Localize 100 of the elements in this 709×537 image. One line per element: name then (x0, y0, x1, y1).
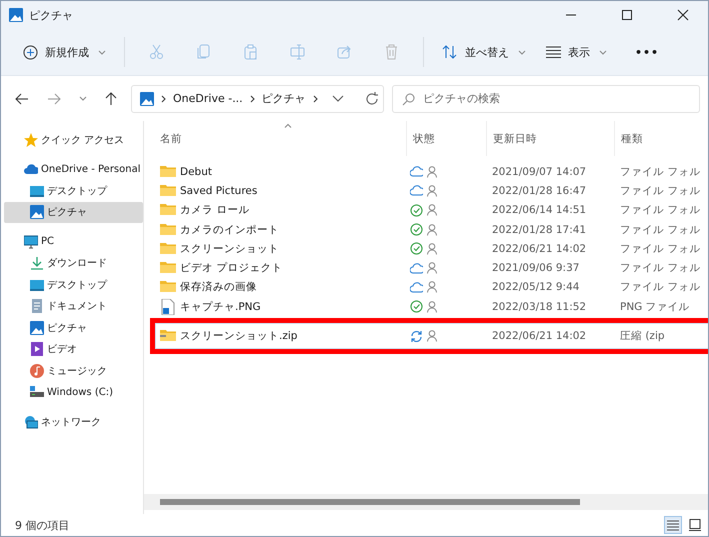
up-arrow-icon[interactable] (105, 92, 117, 106)
person-icon (427, 166, 437, 178)
cloud-outline-icon (410, 262, 423, 275)
pictures-icon (9, 8, 23, 22)
download-icon (30, 256, 44, 270)
network-icon (24, 414, 38, 429)
folder-icon (160, 222, 176, 238)
close-icon[interactable] (677, 9, 689, 21)
preview-view-button[interactable] (686, 516, 704, 534)
caret-icon (599, 48, 607, 56)
person-icon (427, 242, 437, 255)
folder-icon (160, 240, 176, 257)
list-icon (667, 519, 679, 531)
table-cell-text: 2021/09/07 14:07 (491, 166, 588, 178)
address-bar[interactable]: OneDrive -... ピクチャ (131, 84, 384, 112)
search-field[interactable]: ピクチャの検索 (392, 84, 700, 112)
cloud-outline-icon (410, 280, 423, 294)
column-header[interactable]: 種類 (614, 121, 708, 156)
check-circle-icon (410, 204, 423, 217)
sort-arrows-icon (442, 45, 458, 59)
file-name[interactable]: スクリーンショット.zip (180, 329, 298, 344)
image-file-icon (160, 298, 176, 315)
person-icon (427, 262, 437, 274)
file-name[interactable]: カメラ ロール (180, 203, 250, 218)
file-name[interactable]: ビデオ プロジェクト (180, 261, 282, 276)
view-button[interactable]: 表示 (538, 37, 615, 67)
plus-circle-icon (23, 44, 38, 60)
table-cell-text: ファイル フォル (619, 184, 702, 198)
folder-icon (160, 164, 176, 180)
music-icon (30, 364, 44, 378)
chevron-icon (312, 94, 318, 102)
sort-button[interactable]: 並べ替え (434, 37, 534, 67)
sidebar-item[interactable]: PC (4, 231, 143, 252)
forward-arrow-icon[interactable] (47, 92, 61, 104)
monitor-icon (24, 234, 38, 249)
trash-icon (384, 44, 399, 60)
sidebar-item[interactable]: クイック アクセス (4, 129, 143, 150)
check-circle-icon (410, 300, 423, 314)
refresh-icon (364, 92, 379, 106)
sidebar-item[interactable]: ミュージック (4, 360, 143, 382)
table-cell-text: 2022/06/21 14:02 (491, 242, 588, 255)
sidebar-item[interactable]: デスクトップ (4, 180, 143, 202)
file-name[interactable]: Debut (180, 166, 212, 178)
sidebar-item[interactable]: ネットワーク (4, 411, 143, 432)
new-button[interactable]: 新規作成 (15, 37, 114, 67)
chevron-icon (250, 94, 255, 102)
person-icon (427, 204, 437, 216)
drive-icon (30, 385, 44, 400)
pictures-icon (140, 92, 154, 106)
cut-icon (149, 44, 164, 60)
table-cell-text: 2022/05/12 9:44 (491, 281, 580, 294)
caret-icon (518, 48, 526, 56)
share-icon (337, 44, 352, 60)
column-header[interactable]: 状態 (406, 121, 486, 156)
sidebar-item[interactable]: Windows (C:) (4, 382, 143, 403)
sidebar-item[interactable]: OneDrive - Personal (4, 158, 143, 180)
table-cell-text: PNG ファイル (619, 300, 691, 314)
cloud-outline-icon (410, 184, 423, 198)
file-name[interactable]: カメラのインポート (180, 222, 279, 237)
sidebar-item[interactable]: デスクトップ (4, 274, 143, 296)
person-icon (427, 224, 437, 236)
breadcrumb-item[interactable]: ピクチャ (262, 91, 306, 106)
copy-icon (196, 44, 211, 60)
sidebar-item[interactable]: ビデオ (4, 338, 143, 360)
person-icon (427, 300, 437, 313)
column-header[interactable]: 更新日時 (486, 121, 614, 156)
person-icon (427, 184, 437, 197)
file-name[interactable]: 保存済みの画像 (180, 280, 257, 294)
sidebar-item[interactable]: ドキュメント (4, 296, 143, 317)
table-cell-text: 圧縮 (zip (619, 329, 666, 344)
table-cell-text: ファイル フォル (619, 222, 702, 237)
desktop-icon (30, 184, 44, 198)
column-header[interactable]: 名前 (160, 121, 406, 156)
back-arrow-icon[interactable] (15, 92, 29, 104)
caret-icon (98, 48, 106, 56)
file-name[interactable]: Saved Pictures (180, 184, 258, 197)
caret-icon[interactable] (79, 95, 87, 102)
breadcrumb-item[interactable]: OneDrive -... (173, 92, 243, 105)
person-icon (427, 281, 437, 294)
table-cell-text: 2022/01/28 17:41 (491, 224, 588, 236)
desktop-icon (30, 278, 44, 292)
check-circle-icon (410, 242, 423, 256)
rename-icon (290, 44, 305, 60)
sidebar-item[interactable]: ダウンロード (4, 252, 143, 274)
lines-icon (546, 46, 561, 58)
table-cell-text: ファイル フォル (619, 203, 702, 218)
file-name[interactable]: キャプチャ.PNG (180, 300, 261, 314)
maximize-icon[interactable] (621, 9, 633, 21)
details-view-button[interactable] (664, 516, 682, 534)
table-cell-text: 2022/06/14 14:51 (491, 204, 588, 216)
cloud-icon (24, 162, 38, 176)
file-name[interactable]: スクリーンショット (180, 242, 279, 256)
table-cell-text: ファイル フォル (619, 164, 702, 179)
table-cell-text: ファイル フォル (619, 261, 702, 276)
more-button[interactable]: ••• (625, 37, 670, 67)
scrollbar-thumb[interactable] (160, 499, 580, 505)
table-cell-text: ファイル フォル (619, 280, 702, 294)
sidebar-item[interactable]: ピクチャ (4, 317, 143, 338)
video-icon (30, 342, 44, 356)
sidebar-item[interactable]: ピクチャ (4, 202, 143, 223)
